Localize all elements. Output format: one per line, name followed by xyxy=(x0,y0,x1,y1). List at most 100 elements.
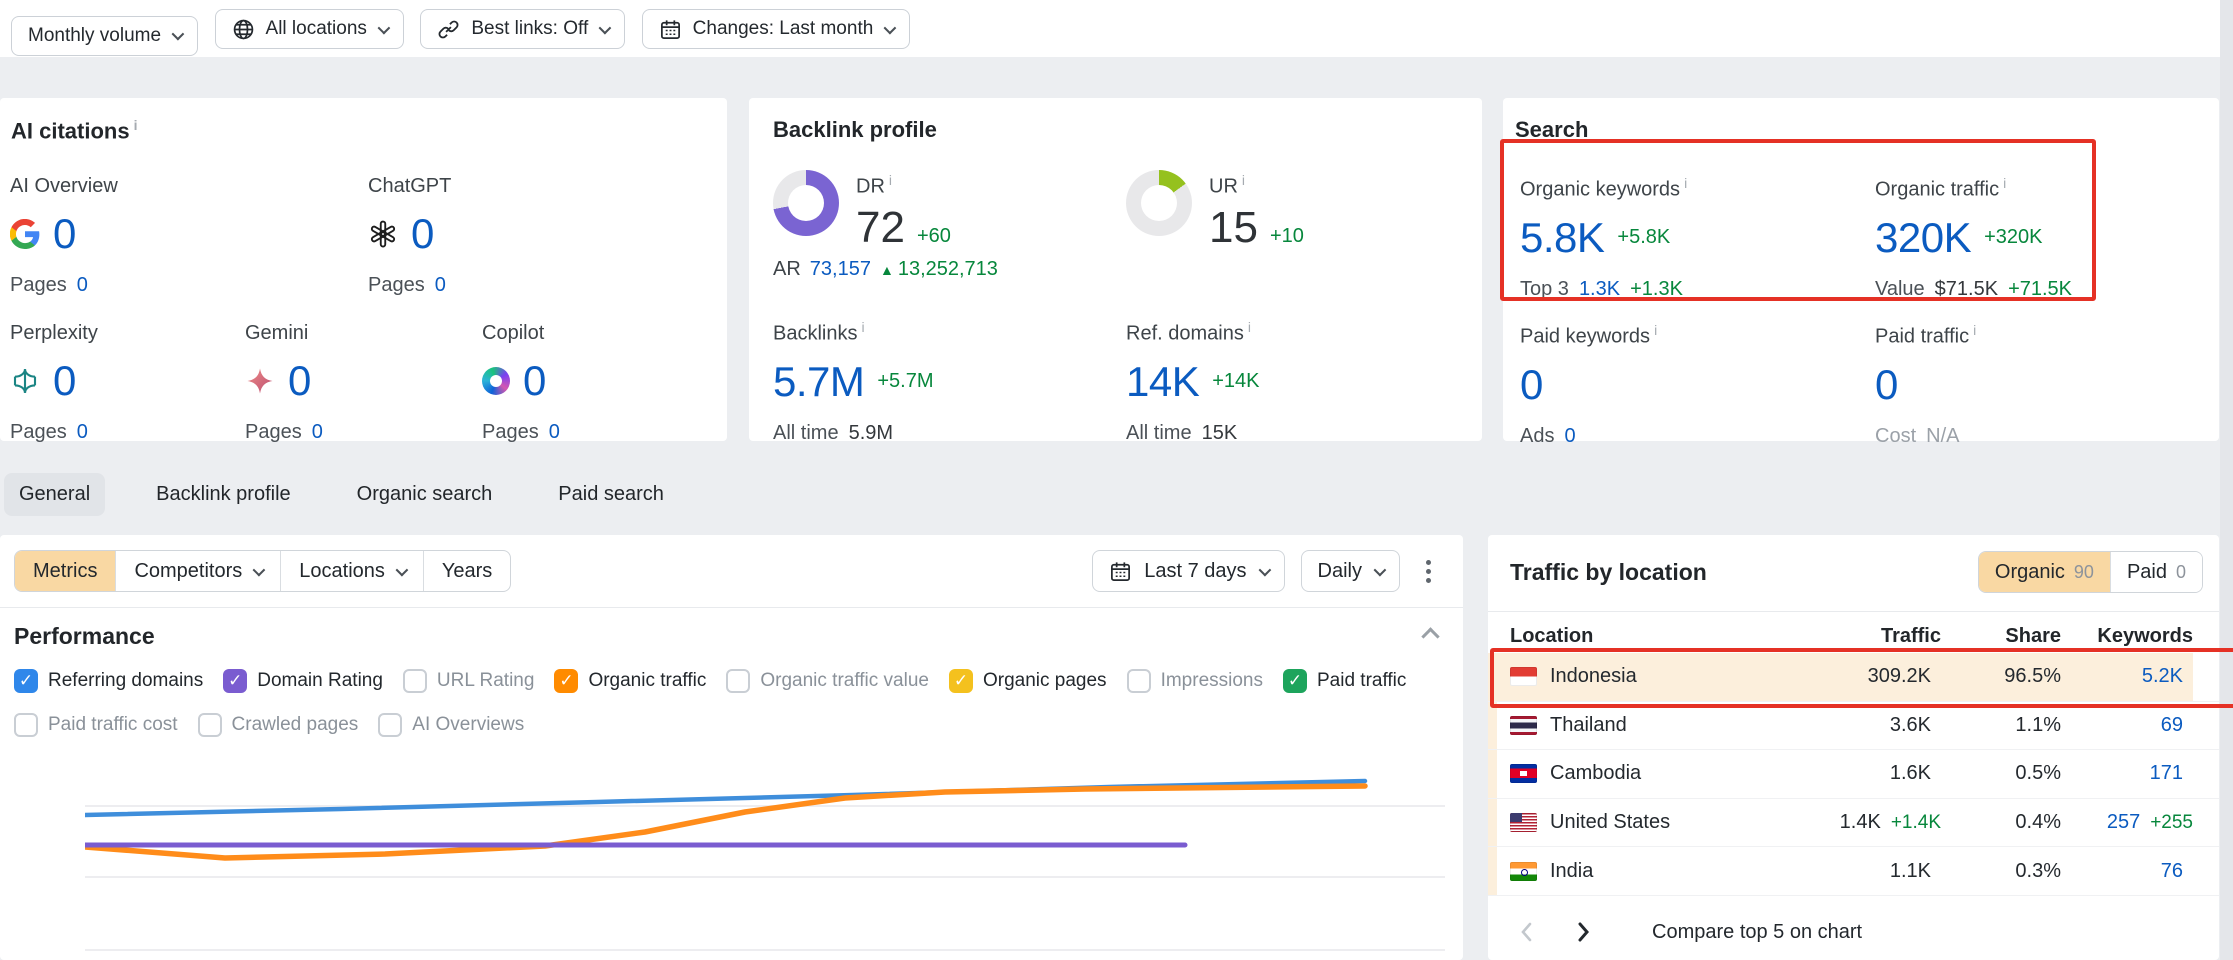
organic-traffic-metric: Organic traffic 320K +320K Value$71.5K+7… xyxy=(1875,175,2072,301)
table-row-cambodia[interactable]: Cambodia 1.6K 0.5% 171 xyxy=(1488,750,2219,799)
table-row-indonesia[interactable]: Indonesia 309.2K 96.5% 5.2K xyxy=(1488,653,2219,702)
more-options-kebab-icon[interactable] xyxy=(1416,554,1441,589)
table-row-united-states[interactable]: United States 1.4K+1.4K 0.4% 257+255 xyxy=(1488,799,2219,848)
checkbox-impressions[interactable]: Impressions xyxy=(1127,669,1263,693)
ar-metric: AR 73,157 13,252,713 xyxy=(773,258,998,281)
checkbox-organic-traffic-value[interactable]: Organic traffic value xyxy=(726,669,929,693)
tab-general[interactable]: General xyxy=(4,473,105,516)
backlinks-delta: +5.7M xyxy=(877,370,933,393)
chatgpt-label: ChatGPT xyxy=(368,175,451,198)
col-share[interactable]: Share xyxy=(1941,625,2061,648)
copilot-metric: Copilot 0 Pages0 xyxy=(482,322,560,444)
pages-label: Pages xyxy=(245,421,302,444)
traffic-by-location-title: Traffic by location xyxy=(1510,559,1707,586)
changes-dropdown[interactable]: Changes: Last month xyxy=(642,9,911,49)
cambodia-flag-icon xyxy=(1510,764,1537,783)
checkbox-ai-overviews[interactable]: AI Overviews xyxy=(378,713,524,737)
segment-competitors[interactable]: Competitors xyxy=(115,551,280,591)
checkbox-crawled-pages[interactable]: Crawled pages xyxy=(198,713,359,737)
ar-delta: 13,252,713 xyxy=(898,258,998,281)
ai-overview-pages-link[interactable]: 0 xyxy=(77,274,88,297)
chatgpt-metric: ChatGPT 0 Pages 0 xyxy=(368,175,451,297)
dr-value: 72 xyxy=(856,203,905,253)
paid-keywords-metric: Paid keywords 0 Ads0 xyxy=(1520,322,1657,448)
gemini-label: Gemini xyxy=(245,322,323,345)
date-range-dropdown[interactable]: Last 7 days xyxy=(1092,550,1284,592)
tab-paid-search[interactable]: Paid search xyxy=(543,473,679,516)
performance-chart[interactable] xyxy=(85,770,1445,958)
checkbox-organic-traffic[interactable]: Organic traffic xyxy=(554,669,706,693)
next-page-chevron-icon[interactable] xyxy=(1568,917,1598,947)
col-keywords[interactable]: Keywords xyxy=(2061,625,2193,648)
checkbox-organic-pages[interactable]: Organic pages xyxy=(949,669,1107,693)
checkbox-paid-traffic-cost[interactable]: Paid traffic cost xyxy=(14,713,178,737)
chevron-down-icon xyxy=(1258,563,1271,576)
chevron-down-icon xyxy=(377,21,390,34)
segment-locations[interactable]: Locations xyxy=(280,551,423,591)
table-row-india[interactable]: India 1.1K 0.3% 76 xyxy=(1488,847,2219,896)
divider xyxy=(1488,611,2219,612)
keywords-link[interactable]: 5.2K xyxy=(2142,665,2183,688)
paid-count: 0 xyxy=(2176,562,2186,583)
chatgpt-pages-link[interactable]: 0 xyxy=(435,274,446,297)
keywords-link[interactable]: 69 xyxy=(2161,714,2183,737)
checkbox-url-rating[interactable]: URL Rating xyxy=(403,669,535,693)
ref-domains-label: Ref. domains xyxy=(1126,323,1244,345)
share-bar xyxy=(1488,750,1497,798)
toggle-paid[interactable]: Paid 0 xyxy=(2110,552,2202,592)
divider xyxy=(0,607,1463,608)
tab-backlink-profile[interactable]: Backlink profile xyxy=(141,473,306,516)
col-location[interactable]: Location xyxy=(1510,625,1771,648)
previous-page-chevron-icon[interactable] xyxy=(1512,917,1542,947)
toggle-organic[interactable]: Organic 90 xyxy=(1979,552,2110,592)
collapse-chevron-up-icon[interactable] xyxy=(1421,627,1439,645)
locations-dropdown[interactable]: All locations xyxy=(215,9,404,49)
organic-traffic-value[interactable]: 320K xyxy=(1875,215,1971,261)
copilot-pages-link[interactable]: 0 xyxy=(549,421,560,444)
pages-label: Pages xyxy=(368,274,425,297)
backlink-profile-title: Backlink profile xyxy=(773,117,937,143)
tab-organic-search[interactable]: Organic search xyxy=(342,473,508,516)
ads-value[interactable]: 0 xyxy=(1564,425,1575,448)
ur-label: UR xyxy=(1209,176,1238,198)
scrollbar-gutter[interactable] xyxy=(2220,0,2233,960)
ref-domains-delta: +14K xyxy=(1212,370,1259,393)
segment-metrics[interactable]: Metrics xyxy=(15,551,115,591)
top3-delta: +1.3K xyxy=(1630,278,1683,301)
perplexity-value: 0 xyxy=(53,358,76,404)
chatgpt-value: 0 xyxy=(411,211,434,257)
col-traffic[interactable]: Traffic xyxy=(1771,625,1941,648)
backlinks-value[interactable]: 5.7M xyxy=(773,359,864,405)
monthly-volume-dropdown[interactable]: Monthly volume xyxy=(11,16,198,56)
checkbox-domain-rating[interactable]: Domain Rating xyxy=(223,669,383,693)
table-row-thailand[interactable]: Thailand 3.6K 1.1% 69 xyxy=(1488,702,2219,751)
keywords-link[interactable]: 257 xyxy=(2107,811,2140,834)
organic-keywords-value[interactable]: 5.8K xyxy=(1520,215,1604,261)
cost-label: Cost xyxy=(1875,425,1916,448)
date-controls: Last 7 days Daily xyxy=(1092,550,1441,592)
checkbox-referring-domains[interactable]: Referring domains xyxy=(14,669,203,693)
ref-domains-value[interactable]: 14K xyxy=(1126,359,1199,405)
keywords-link[interactable]: 171 xyxy=(2150,762,2183,785)
compare-top5-link[interactable]: Compare top 5 on chart xyxy=(1652,921,1862,944)
gemini-pages-link[interactable]: 0 xyxy=(312,421,323,444)
checkbox-paid-traffic[interactable]: Paid traffic xyxy=(1283,669,1406,693)
checkbox-icon xyxy=(223,669,247,693)
checkbox-icon xyxy=(198,713,222,737)
value-label: Value xyxy=(1875,278,1925,301)
top3-value[interactable]: 1.3K xyxy=(1579,278,1620,301)
ar-value[interactable]: 73,157 xyxy=(810,258,871,281)
perplexity-pages-link[interactable]: 0 xyxy=(77,421,88,444)
keywords-link[interactable]: 76 xyxy=(2161,860,2183,883)
alltime-label: All time xyxy=(773,422,839,445)
thailand-flag-icon xyxy=(1510,716,1537,735)
ai-citations-title: AI citations xyxy=(11,117,137,144)
calendar-icon xyxy=(1109,560,1132,583)
segment-years[interactable]: Years xyxy=(423,551,510,591)
location-table-headers: Location Traffic Share Keywords xyxy=(1510,625,2193,648)
ar-label: AR xyxy=(773,258,801,281)
ref-domains-alltime-value: 15K xyxy=(1202,422,1238,445)
best-links-dropdown[interactable]: Best links: Off xyxy=(420,9,625,49)
organic-paid-toggle: Organic 90 Paid 0 xyxy=(1978,551,2203,593)
granularity-dropdown[interactable]: Daily xyxy=(1301,550,1400,592)
